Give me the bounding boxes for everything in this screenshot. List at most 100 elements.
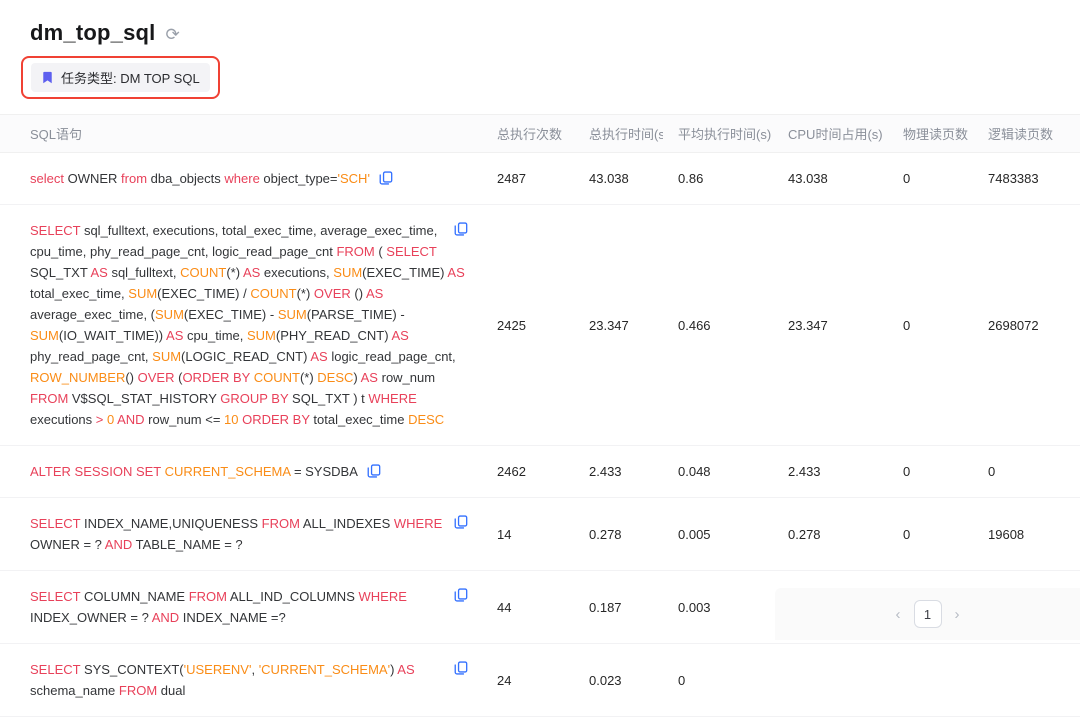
sql-token: phy_read_page_cnt, [30,349,152,364]
sql-token: from [121,171,151,186]
sql-token: DESC [317,370,353,385]
task-type-tag: 任务类型: DM TOP SQL [31,63,210,92]
sql-token: select [30,171,68,186]
copy-icon[interactable] [379,171,393,185]
sql-token: WHERE [368,391,416,406]
sql-token: INDEX_OWNER [30,610,130,625]
sql-token: AND [117,412,148,427]
sql-token: FROM [262,516,303,531]
column-header: SQL语句 [0,115,482,153]
copy-icon[interactable] [454,588,468,602]
sql-token: SELECT [30,516,84,531]
sql-token: SQL_TXT [30,265,90,280]
sql-token: ALL_INDEXES [303,516,394,531]
sql-cell: SELECT sql_fulltext, executions, total_e… [0,205,482,446]
sql-statement: ALTER SESSION SET CURRENT_SCHEMA = SYSDB… [30,464,381,479]
sql-token: SET [136,464,165,479]
sql-token: COUNT [254,370,300,385]
sql-token: executions, [264,265,333,280]
sql-cell: ALTER SESSION SET CURRENT_SCHEMA = SYSDB… [0,446,482,498]
table-row: SELECT sql_fulltext, executions, total_e… [0,205,1080,446]
sql-token: WHERE [394,516,442,531]
sql-statement: SELECT COLUMN_NAME FROM ALL_IND_COLUMNS … [30,589,407,625]
metric-value: 0.003 [663,571,773,644]
sql-token: SUM [152,349,181,364]
sql-token: (PHY_READ_CNT) [276,328,392,343]
metric-value: 19608 [973,498,1080,571]
metric-value: 0 [888,498,973,571]
metric-value: 0 [973,446,1080,498]
copy-icon[interactable] [454,515,468,529]
sql-token: cpu_time, [187,328,247,343]
sql-token: 'SCH' [338,171,370,186]
sql-cell: SELECT SYS_CONTEXT('USERENV', 'CURRENT_S… [0,644,482,717]
refresh-icon[interactable]: ⟳ [165,26,179,43]
sql-token: AS [366,286,383,301]
metric-value: 44 [482,571,574,644]
copy-icon[interactable] [367,464,381,478]
sql-token: SUM [155,307,184,322]
table-header-row: SQL语句总执行次数总执行时间(s)平均执行时间(s)CPU时间占用(s)物理读… [0,115,1080,153]
bookmark-icon [41,71,54,84]
sql-token: SYS_CONTEXT( [84,662,184,677]
sql-token: SELECT [386,244,436,259]
sql-token: object_type= [263,171,337,186]
prev-page-icon[interactable]: ‹ [893,606,904,623]
metric-value: 23.347 [773,205,888,446]
sql-token: (EXEC_TIME) / [157,286,250,301]
sql-token: AS [361,370,382,385]
sql-token: SUM [30,328,59,343]
sql-cell: SELECT INDEX_NAME,UNIQUENESS FROM ALL_IN… [0,498,482,571]
sql-token: () [354,286,366,301]
table-row: SELECT SYS_CONTEXT('USERENV', 'CURRENT_S… [0,644,1080,717]
metric-value: 2487 [482,153,574,205]
sql-cell: SELECT COLUMN_NAME FROM ALL_IND_COLUMNS … [0,571,482,644]
sql-token: ) [353,370,360,385]
sql-token: ) [390,662,397,677]
metric-value: 24 [482,644,574,717]
sql-token: INDEX_NAME,UNIQUENESS [84,516,262,531]
sql-token: V$SQL_STAT_HISTORY [72,391,220,406]
metric-value: 0.278 [773,498,888,571]
sql-token: 10 [224,412,242,427]
sql-token: (*) [226,265,243,280]
column-header: 总执行次数 [482,115,574,153]
table-row: select OWNER from dba_objects where obje… [0,153,1080,205]
column-header: CPU时间占用(s) [773,115,888,153]
metric-value: 0.048 [663,446,773,498]
metric-value: 0.023 [574,644,663,717]
sql-token: 'CURRENT_SCHEMA' [259,662,390,677]
sql-token: ORDER BY [242,412,313,427]
copy-icon[interactable] [454,222,468,236]
sql-token: , [251,662,258,677]
next-page-icon[interactable]: › [952,606,963,623]
sql-token: = ? [130,610,151,625]
sql-token: SUM [128,286,157,301]
metric-value: 2.433 [773,446,888,498]
sql-token: SQL_TXT ) t [292,391,368,406]
metric-value: 23.347 [574,205,663,446]
current-page-button[interactable]: 1 [914,600,942,628]
sql-token: where [224,171,263,186]
sql-token: (EXEC_TIME) [362,265,447,280]
sql-token: FROM [30,391,72,406]
highlight-box: 任务类型: DM TOP SQL [21,56,220,99]
metric-value: 2425 [482,205,574,446]
sql-token: (IO_WAIT_TIME)) [59,328,166,343]
sql-token: COLUMN_NAME [84,589,189,604]
sql-statement: SELECT sql_fulltext, executions, total_e… [30,223,465,427]
sql-token: schema_name [30,683,119,698]
metric-value [773,644,888,717]
sql-token: ORDER BY [182,370,253,385]
copy-icon[interactable] [454,661,468,675]
sql-token: row_num [382,370,435,385]
metric-value: 14 [482,498,574,571]
sql-token: COUNT [250,286,296,301]
sql-token: (*) [300,370,317,385]
metric-value: 43.038 [574,153,663,205]
sql-token: SELECT [30,589,84,604]
sql-token: SUM [333,265,362,280]
metric-value: 2.433 [574,446,663,498]
sql-token: TABLE_NAME = ? [136,537,243,552]
sql-token: 'USERENV' [184,662,252,677]
